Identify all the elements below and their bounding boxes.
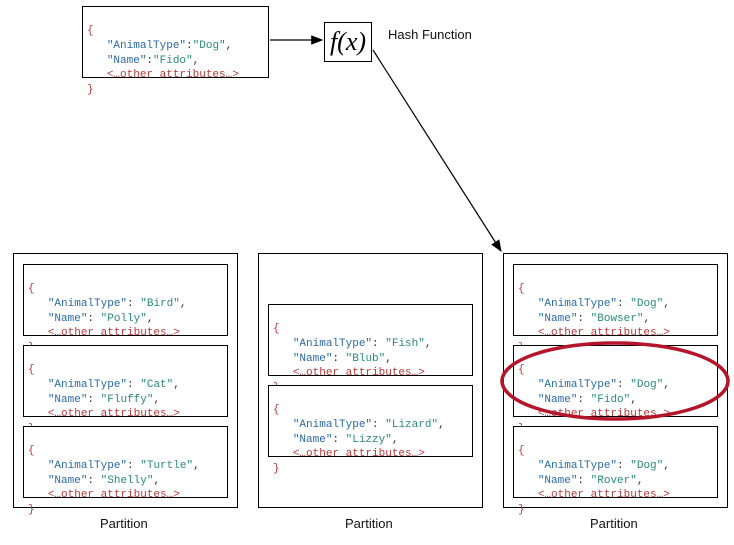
hash-function-box: f(x) — [324, 22, 372, 62]
brace-open: { — [87, 25, 94, 37]
json-record: { "AnimalType": "Fish", "Name": "Blub", … — [268, 304, 473, 376]
arrow-hash-to-partition — [373, 50, 501, 251]
hash-function-symbol: f(x) — [330, 27, 366, 56]
json-key: "Name" — [107, 55, 147, 67]
json-record: { "AnimalType": "Lizard", "Name": "Lizzy… — [268, 385, 473, 457]
partition-3-label: Partition — [590, 516, 638, 531]
json-record: { "AnimalType": "Bird", "Name": "Polly",… — [23, 264, 228, 336]
hash-function-label: Hash Function — [388, 27, 472, 42]
json-record: { "AnimalType": "Turtle", "Name": "Shell… — [23, 426, 228, 498]
json-other: <…other attributes…> — [107, 69, 239, 81]
partition-1-label: Partition — [100, 516, 148, 531]
json-value: "Fido" — [153, 55, 193, 67]
json-key: "AnimalType" — [107, 40, 186, 52]
json-record: { "AnimalType": "Cat", "Name": "Fluffy",… — [23, 345, 228, 417]
json-record: { "AnimalType": "Dog", "Name": "Rover", … — [513, 426, 718, 498]
input-json-card: { "AnimalType":"Dog", "Name":"Fido", <…o… — [82, 6, 269, 78]
partition-2-label: Partition — [345, 516, 393, 531]
json-record: { "AnimalType": "Dog", "Name": "Bowser",… — [513, 264, 718, 336]
json-record-highlighted: { "AnimalType": "Dog", "Name": "Fido", <… — [513, 345, 718, 417]
json-value: "Dog" — [193, 40, 226, 52]
brace-close: } — [87, 84, 94, 96]
